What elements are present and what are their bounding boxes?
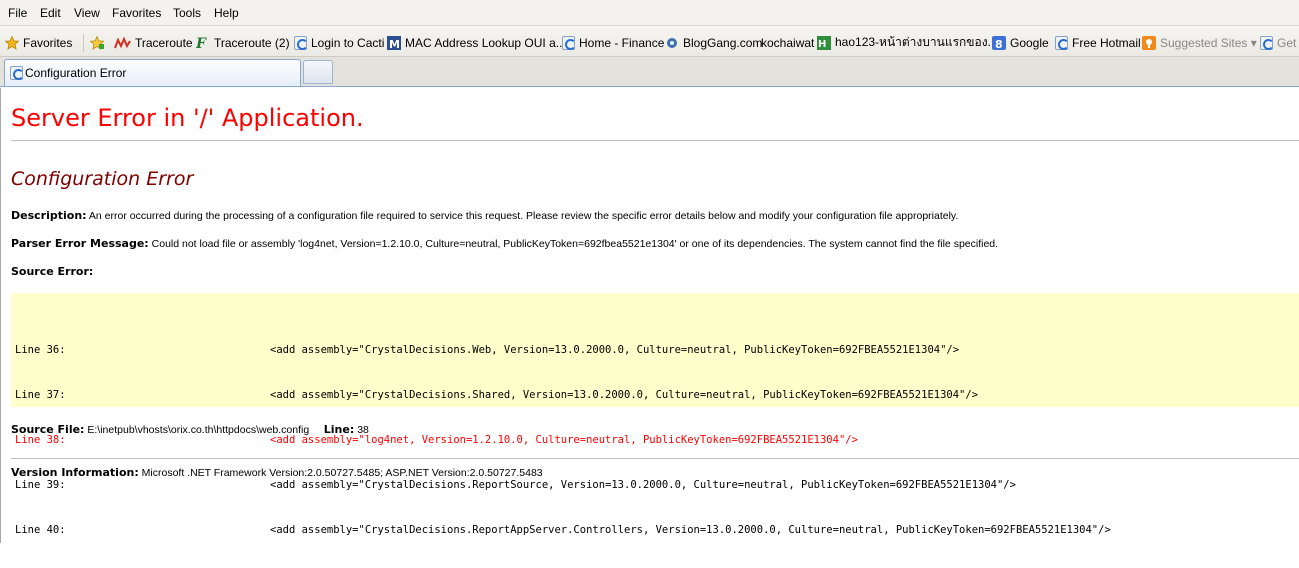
ie-page-icon xyxy=(10,66,24,80)
fav-item-label: MAC Address Lookup OUI a... xyxy=(405,35,566,50)
line-number-value: 38 xyxy=(357,424,369,436)
line-code: <add assembly="CrystalDecisions.Shared, … xyxy=(270,389,979,401)
ie-page-icon xyxy=(294,35,308,50)
fav-item-label: Google xyxy=(1010,35,1049,50)
source-code: Line 36: <add assembly="CrystalDecisions.… xyxy=(15,313,1111,568)
new-tab-button[interactable] xyxy=(303,60,333,84)
version-information: Version Information: Microsoft .NET Fram… xyxy=(11,466,543,479)
fav-item-label: Traceroute xyxy=(135,35,193,50)
source-line: Line 39: <add assembly="CrystalDecisions.… xyxy=(15,478,1111,493)
fav-item-google[interactable]: 8 Google xyxy=(992,34,1049,51)
fav-item-label: Home - Finance xyxy=(579,35,665,50)
version-label: Version Information: xyxy=(11,466,139,479)
svg-text:8: 8 xyxy=(995,38,1003,50)
add-favorite-button[interactable] xyxy=(90,34,108,51)
menu-edit[interactable]: Edit xyxy=(40,6,61,20)
favorites-button[interactable]: Favorites xyxy=(5,34,72,51)
source-code-box: Line 36: <add assembly="CrystalDecisions.… xyxy=(11,293,1299,536)
menu-favorites[interactable]: Favorites xyxy=(112,6,161,20)
divider xyxy=(11,140,1299,141)
fav-item-home-finance[interactable]: Home - Finance xyxy=(562,34,664,51)
fav-item-label: BlogGang.com xyxy=(683,35,763,50)
svg-text:M: M xyxy=(389,38,400,50)
fav-item-traceroute[interactable]: Traceroute xyxy=(114,34,193,51)
ie-page-icon xyxy=(562,35,576,50)
fav-item-label: Get xyxy=(1277,35,1297,50)
parser-error-text: Could not load file or assembly 'log4net… xyxy=(151,238,999,250)
source-line: Line 37: <add assembly="CrystalDecisions.… xyxy=(15,388,1111,403)
favorites-label: Favorites xyxy=(23,35,73,50)
tab-row: Configuration Error xyxy=(0,57,1299,87)
line-number: Line 39: xyxy=(15,479,66,491)
source-error-label: Source Error: xyxy=(11,265,94,278)
error-subtitle: Configuration Error xyxy=(11,168,194,190)
line-number: Line 36: xyxy=(15,344,66,356)
description-text: An error occurred during the processing … xyxy=(88,210,959,222)
line-number: Line 37: xyxy=(15,389,66,401)
fav-item-kochaiwat[interactable]: kochaiwat xyxy=(761,34,814,51)
tab-title: Configuration Error xyxy=(25,66,127,80)
svg-text:H: H xyxy=(818,39,826,50)
fav-item-bloggang[interactable]: BlogGang.com xyxy=(666,34,762,51)
svg-text:F: F xyxy=(196,36,207,50)
source-file-path: E:\inetpub\vhosts\orix.co.th\httpdocs\we… xyxy=(87,424,310,436)
source-error: Source Error: xyxy=(11,265,93,278)
mac-lookup-icon: M xyxy=(387,35,401,50)
line-code: <add assembly="CrystalDecisions.Web, Ver… xyxy=(270,344,960,356)
traceroute-icon xyxy=(114,35,131,48)
divider xyxy=(11,458,1299,459)
bloggang-icon xyxy=(667,37,677,48)
ie-page-icon xyxy=(1055,35,1069,50)
traceroute-2-icon: F xyxy=(196,36,207,50)
source-line: Line 36: <add assembly="CrystalDecisions.… xyxy=(15,343,1111,358)
parser-error-label: Parser Error Message: xyxy=(11,237,149,250)
menu-view[interactable]: View xyxy=(74,6,100,20)
menu-file[interactable]: File xyxy=(8,6,27,20)
fav-item-label: Login to Cacti xyxy=(311,35,385,50)
description-label: Description: xyxy=(11,209,87,222)
version-text: Microsoft .NET Framework Version:2.0.507… xyxy=(141,467,543,479)
fav-item-hao123[interactable]: H hao123-หน้าต่างบานแรกของ... xyxy=(817,34,998,51)
source-file: Source File: E:\inetpub\vhosts\orix.co.t… xyxy=(11,423,369,436)
line-code: <add assembly="CrystalDecisions.ReportSo… xyxy=(270,479,1016,491)
fav-item-label: Free Hotmail xyxy=(1072,35,1141,50)
line-label: Line: xyxy=(323,423,355,436)
tab-configuration-error[interactable]: Configuration Error xyxy=(4,59,301,86)
suggested-sites-icon xyxy=(1142,35,1156,50)
favorites-bar: Favorites Traceroute F Traceroute (2) Lo… xyxy=(0,26,1299,57)
fav-item-free-hotmail[interactable]: Free Hotmail xyxy=(1055,34,1141,51)
hao123-icon: H xyxy=(817,35,831,50)
fav-item-label: Traceroute (2) xyxy=(214,35,290,50)
line-number: Line 40: xyxy=(15,524,66,536)
menu-help[interactable]: Help xyxy=(214,6,239,20)
description: Description: An error occurred during th… xyxy=(11,209,958,222)
ie-page-icon xyxy=(1260,35,1274,50)
menu-bar: File Edit View Favorites Tools Help xyxy=(0,0,1299,26)
source-file-label: Source File: xyxy=(11,423,85,436)
source-line: Line 40: <add assembly="CrystalDecisions.… xyxy=(15,523,1111,538)
page-content: Server Error in '/' Application. Configu… xyxy=(0,88,1299,543)
fav-item-label: Suggested Sites ▾ xyxy=(1160,35,1257,50)
parser-error: Parser Error Message: Could not load fil… xyxy=(11,237,998,250)
star-icon xyxy=(5,35,19,50)
menu-tools[interactable]: Tools xyxy=(173,6,201,20)
fav-item-login-cacti[interactable]: Login to Cacti xyxy=(294,34,384,51)
add-to-favorites-icon xyxy=(90,35,104,50)
line-code: <add assembly="CrystalDecisions.ReportAp… xyxy=(270,524,1111,536)
favorites-divider xyxy=(83,34,84,52)
fav-item-mac-lookup[interactable]: M MAC Address Lookup OUI a... xyxy=(387,34,566,51)
fav-item-label: kochaiwat xyxy=(761,35,815,50)
fav-item-suggested-sites[interactable]: Suggested Sites ▾ xyxy=(1142,34,1257,51)
page-title: Server Error in '/' Application. xyxy=(11,104,364,132)
fav-item-label: hao123-หน้าต่างบานแรกของ... xyxy=(835,35,998,49)
fav-item-traceroute-2[interactable]: F Traceroute (2) xyxy=(196,34,290,51)
google-icon: 8 xyxy=(992,35,1006,50)
fav-item-get[interactable]: Get xyxy=(1260,34,1296,51)
